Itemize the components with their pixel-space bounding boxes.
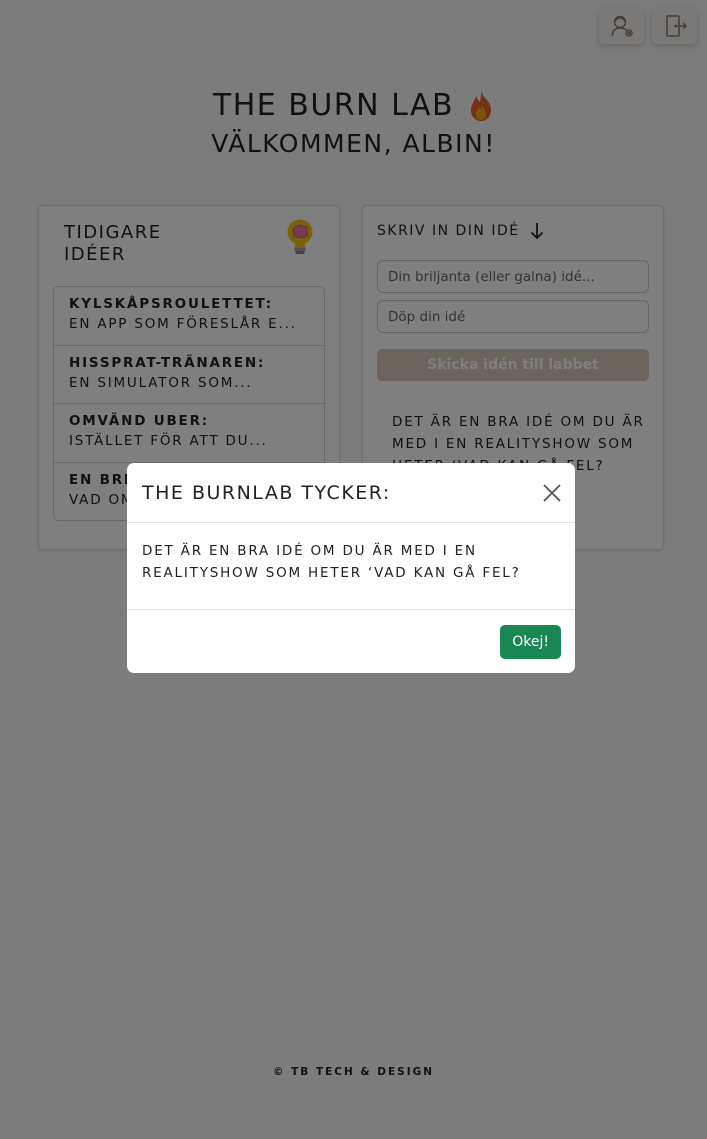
close-button[interactable] <box>541 482 563 504</box>
modal-body: DET ÄR EN BRA IDÉ OM DU ÄR MED I EN REAL… <box>127 523 575 610</box>
modal-header: THE BURNLAB TYCKER: <box>127 463 575 523</box>
modal-footer: Okej! <box>127 610 575 673</box>
modal-title: THE BURNLAB TYCKER: <box>142 482 391 504</box>
close-icon <box>543 484 561 502</box>
verdict-modal: THE BURNLAB TYCKER: DET ÄR EN BRA IDÉ OM… <box>127 463 575 673</box>
ok-button[interactable]: Okej! <box>500 625 561 659</box>
